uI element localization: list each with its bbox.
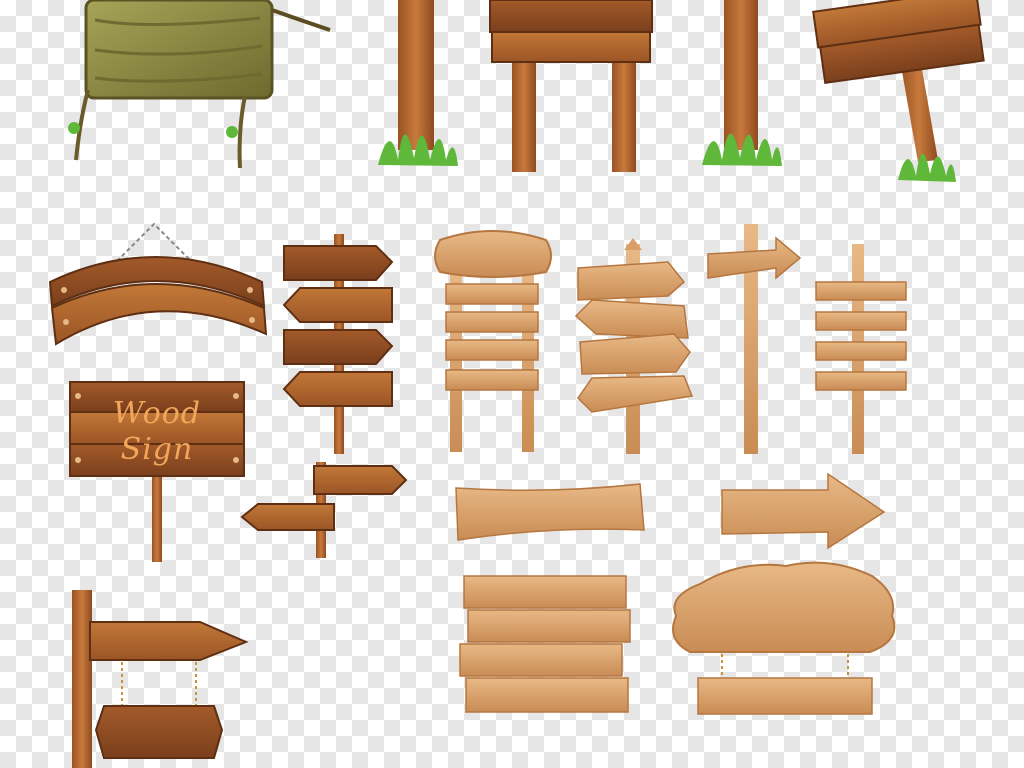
wood-sign-lettering: Wood Sign (82, 396, 232, 468)
zigzag-arrow-signpost (574, 238, 694, 454)
big-arrow-right (721, 472, 886, 550)
mossy-hanging-sign (68, 0, 331, 169)
arrow-on-pole (707, 224, 802, 454)
post-with-grass-right (702, 0, 782, 166)
wood-signs-collection (48, 0, 985, 768)
curved-hanging-banner (48, 222, 268, 346)
double-post-board-sign (489, 0, 653, 172)
stacked-planks (459, 575, 631, 713)
ladder-board-sign (434, 230, 552, 452)
arrow-signpost-four (282, 234, 394, 454)
hanging-sign-with-arrow (72, 590, 249, 768)
tilted-sign-with-grass (812, 0, 985, 182)
plank-signpost-right (815, 244, 907, 454)
long-plank (455, 483, 645, 541)
two-arrow-signpost (240, 462, 408, 558)
cloud-hanging-sign (672, 561, 896, 715)
post-with-grass-left (378, 0, 458, 166)
sign-text-line-1: Wood (112, 396, 202, 431)
sign-text-line-2: Sign (120, 432, 194, 467)
